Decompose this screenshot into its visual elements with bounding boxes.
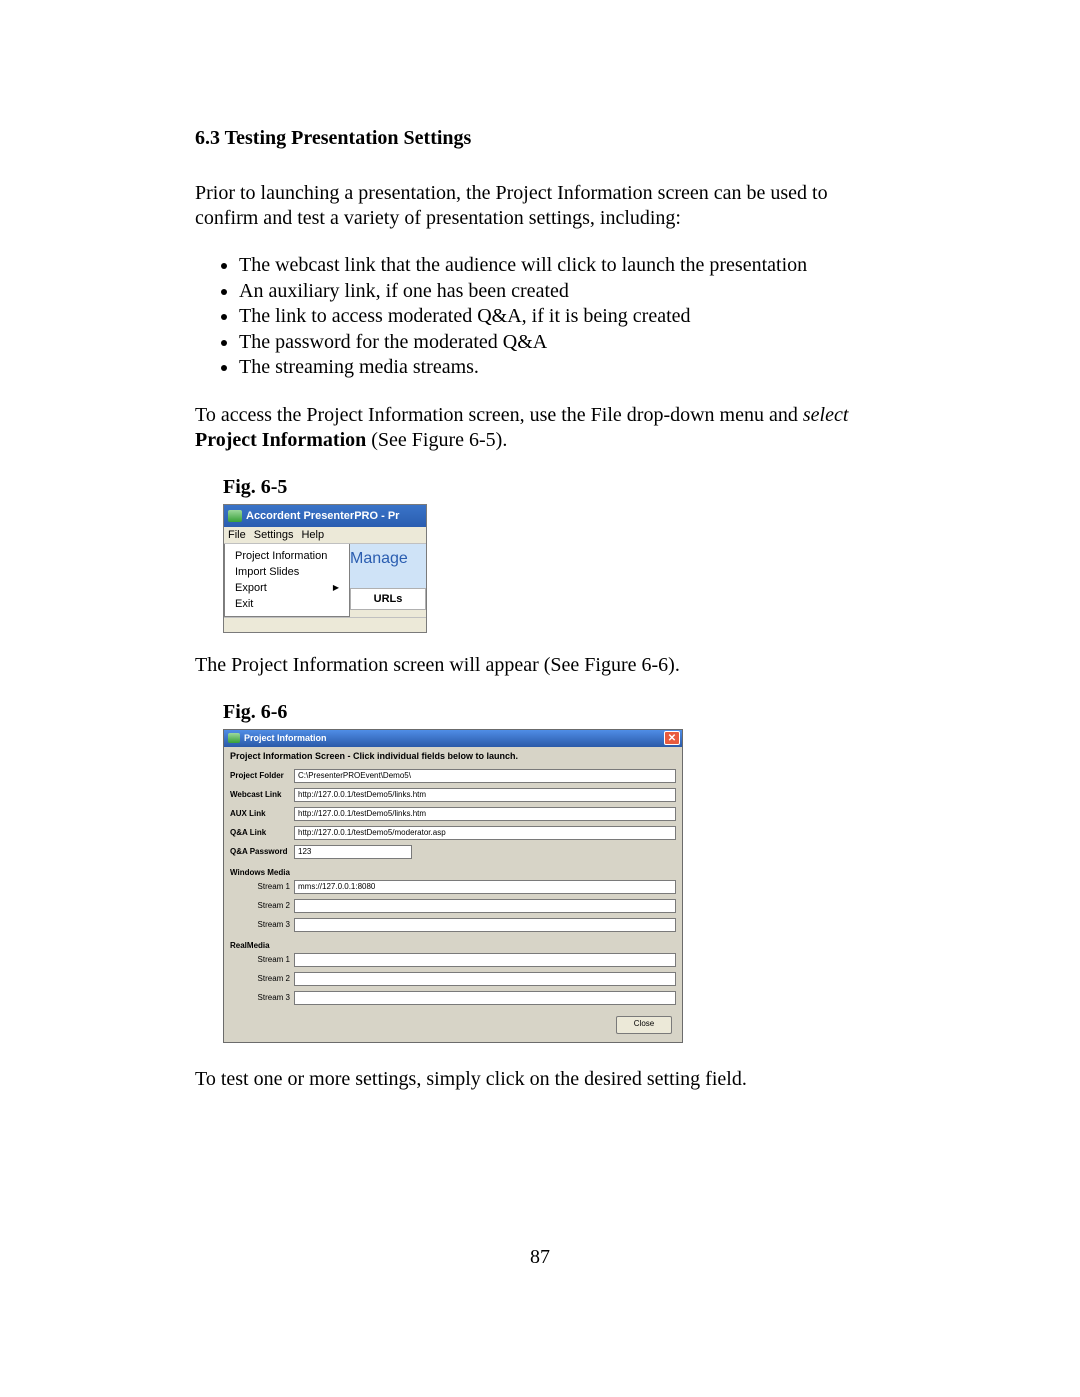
window-footbar bbox=[224, 617, 426, 632]
project-folder-field[interactable] bbox=[294, 769, 676, 783]
text-italic: select bbox=[803, 404, 849, 426]
paragraph-intro: Prior to launching a presentation, the P… bbox=[195, 181, 885, 231]
file-dropdown: Project Information Import Slides Export… bbox=[224, 544, 350, 617]
wm-stream3-field[interactable] bbox=[294, 918, 676, 932]
menu-item-label: Import Slides bbox=[235, 566, 299, 578]
menu-item-import-slides[interactable]: Import Slides bbox=[225, 564, 349, 580]
label-rm-stream2: Stream 2 bbox=[230, 974, 294, 983]
list-item: The streaming media streams. bbox=[239, 355, 885, 381]
wm-stream2-field[interactable] bbox=[294, 899, 676, 913]
list-item: The link to access moderated Q&A, if it … bbox=[239, 304, 885, 330]
window-titlebar: Accordent PresenterPRO - Pr bbox=[224, 505, 426, 527]
figure-label-65: Fig. 6-5 bbox=[223, 475, 885, 500]
group-windows-media: Windows Media bbox=[224, 864, 682, 880]
label-rm-stream3: Stream 3 bbox=[230, 993, 294, 1002]
figure-66-dialog: Project Information ✕ Project Informatio… bbox=[223, 729, 683, 1043]
label-qa-password: Q&A Password bbox=[230, 847, 294, 856]
close-icon: ✕ bbox=[668, 733, 676, 744]
rm-stream1-field[interactable] bbox=[294, 953, 676, 967]
dialog-instruction: Project Information Screen - Click indiv… bbox=[224, 747, 682, 769]
menu-item-label: Project Information bbox=[235, 550, 327, 562]
dialog-title: Project Information bbox=[244, 733, 327, 743]
wm-stream1-field[interactable] bbox=[294, 880, 676, 894]
label-wm-stream2: Stream 2 bbox=[230, 901, 294, 910]
rm-stream2-field[interactable] bbox=[294, 972, 676, 986]
text-bold: Project Information bbox=[195, 429, 366, 451]
qa-password-field[interactable] bbox=[294, 845, 412, 859]
list-item: The webcast link that the audience will … bbox=[239, 253, 885, 279]
paragraph-screen-appear: The Project Information screen will appe… bbox=[195, 653, 885, 678]
close-button[interactable]: ✕ bbox=[664, 731, 680, 745]
menu-item-label: Export bbox=[235, 582, 267, 594]
group-realmedia: RealMedia bbox=[224, 937, 682, 953]
list-item: The password for the moderated Q&A bbox=[239, 330, 885, 356]
menu-item-export[interactable]: Export bbox=[225, 580, 349, 596]
window-title: Accordent PresenterPRO - Pr bbox=[246, 510, 399, 522]
app-logo-icon bbox=[228, 733, 240, 743]
paragraph-test-settings: To test one or more settings, simply cli… bbox=[195, 1067, 885, 1092]
label-wm-stream3: Stream 3 bbox=[230, 920, 294, 929]
list-item: An auxiliary link, if one has been creat… bbox=[239, 279, 885, 305]
aux-link-field[interactable] bbox=[294, 807, 676, 821]
label-wm-stream1: Stream 1 bbox=[230, 882, 294, 891]
text: (See Figure 6-5). bbox=[366, 429, 507, 451]
menu-item-exit[interactable]: Exit bbox=[225, 596, 349, 612]
label-qa-link: Q&A Link bbox=[230, 828, 294, 837]
section-heading: 6.3 Testing Presentation Settings bbox=[195, 126, 885, 151]
label-rm-stream1: Stream 1 bbox=[230, 955, 294, 964]
menu-item-label: Exit bbox=[235, 598, 253, 610]
figure-65-window: Accordent PresenterPRO - Pr File Setting… bbox=[223, 504, 427, 633]
qa-link-field[interactable] bbox=[294, 826, 676, 840]
menu-file[interactable]: File bbox=[228, 529, 246, 541]
dialog-titlebar: Project Information ✕ bbox=[224, 730, 682, 747]
paragraph-access: To access the Project Information screen… bbox=[195, 403, 885, 453]
bullet-list: The webcast link that the audience will … bbox=[195, 253, 885, 381]
close-button-footer[interactable]: Close bbox=[616, 1016, 672, 1034]
rm-stream3-field[interactable] bbox=[294, 991, 676, 1005]
tab-urls[interactable]: URLs bbox=[350, 588, 426, 610]
webcast-link-field[interactable] bbox=[294, 788, 676, 802]
menubar: File Settings Help bbox=[224, 527, 426, 544]
menu-help[interactable]: Help bbox=[301, 529, 324, 541]
label-aux-link: AUX Link bbox=[230, 809, 294, 818]
menu-settings[interactable]: Settings bbox=[254, 529, 294, 541]
manager-label: Manage bbox=[350, 544, 426, 588]
figure-label-66: Fig. 6-6 bbox=[223, 700, 885, 725]
text: To access the Project Information screen… bbox=[195, 404, 803, 426]
app-logo-icon bbox=[228, 510, 242, 522]
page-number: 87 bbox=[195, 1246, 885, 1269]
label-project-folder: Project Folder bbox=[230, 771, 294, 780]
menu-item-project-information[interactable]: Project Information bbox=[225, 548, 349, 564]
label-webcast-link: Webcast Link bbox=[230, 790, 294, 799]
